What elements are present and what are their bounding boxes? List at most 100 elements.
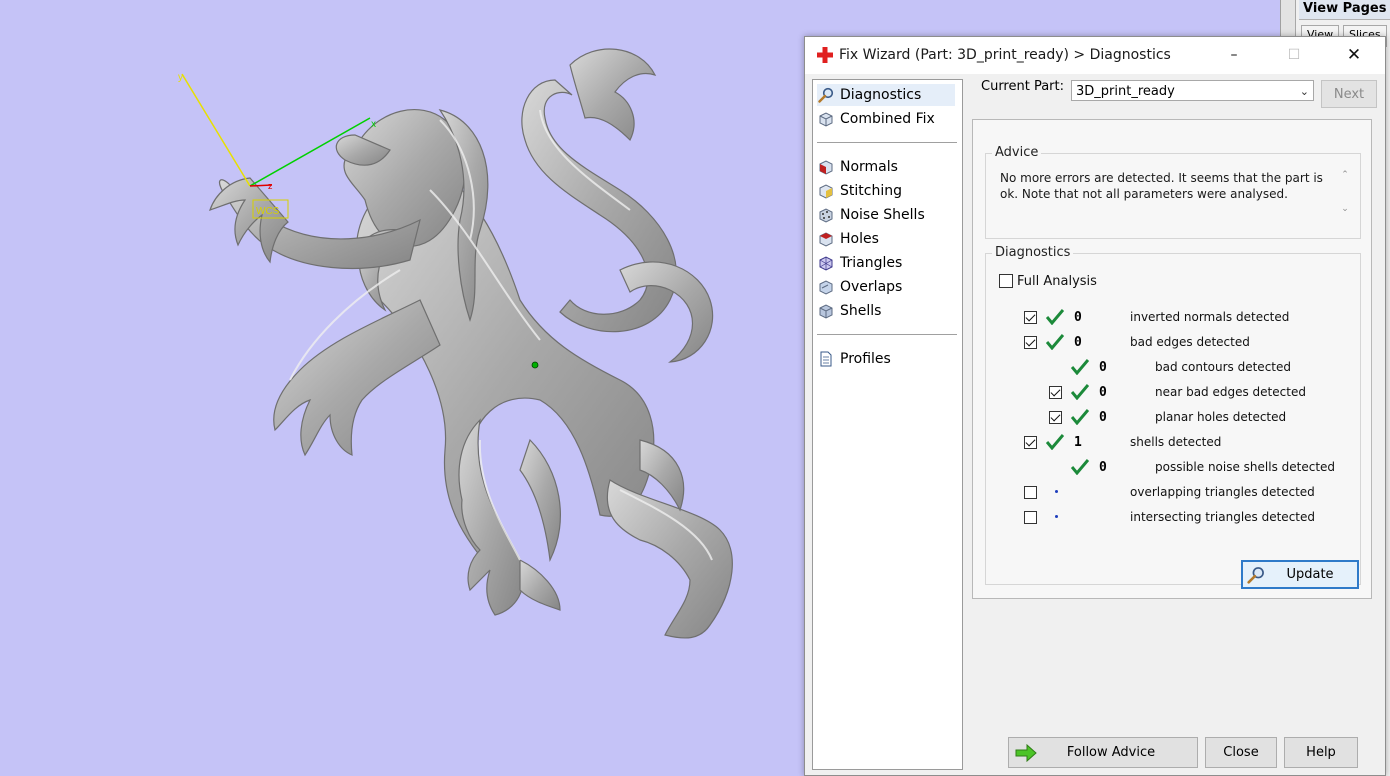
dialog-titlebar[interactable]: Fix Wizard (Part: 3D_print_ready) > Diag… [805,37,1385,74]
noise-shells-count: 0 [1099,460,1107,475]
nav-item-label: Shells [840,303,882,319]
nav-item-label: Stitching [840,183,902,199]
advice-text: No more errors are detected. It seems th… [1000,171,1323,201]
chevron-down-icon: ⌄ [1299,85,1309,98]
nav-item-normals[interactable]: Normals [817,156,955,178]
wcs-label: WCS [256,206,280,217]
diagnostics-panel: Advice No more errors are detected. It s… [972,119,1372,599]
x-axis-label: x [371,119,376,130]
nav-item-label: Diagnostics [840,87,922,103]
advice-scrollbar[interactable]: ⌃ ⌄ [1338,170,1352,226]
magnifier-icon [818,87,834,103]
document-icon [820,351,832,367]
nav-item-label: Noise Shells [840,207,925,223]
nav-item-label: Overlaps [840,279,903,295]
bad-contours-label: bad contours detected [1155,360,1291,374]
fix-wizard-dialog: Fix Wizard (Part: 3D_print_ready) > Diag… [804,36,1386,776]
close-window-button[interactable]: ✕ [1331,37,1377,74]
planar-holes-label: planar holes detected [1155,410,1287,424]
bad-edges-count: 0 [1074,335,1082,350]
inverted-normals-checkbox[interactable] [1024,311,1037,324]
nav-separator [817,142,957,143]
nav-item-triangles[interactable]: Triangles [817,252,955,274]
nav-item-profiles[interactable]: Profiles [817,348,955,370]
view-pages-title: View Pages [1299,0,1390,20]
red-cross-icon [817,47,833,63]
normals-icon [819,160,833,175]
advice-group: Advice No more errors are detected. It s… [985,145,1361,239]
nav-item-overlaps[interactable]: Overlaps [817,276,955,298]
overlapping-triangles-checkbox[interactable] [1024,486,1037,499]
y-axis-line [181,73,251,187]
nav-item-holes[interactable]: Holes [817,228,955,250]
near-bad-edges-count: 0 [1099,385,1107,400]
full-analysis-label: Full Analysis [1017,274,1097,289]
z-axis-label: z [268,181,273,191]
planar-holes-count: 0 [1099,410,1107,425]
current-part-label: Current Part: [981,79,1065,94]
nav-separator [817,334,957,335]
lion-model: y x z WCS [178,48,733,639]
full-analysis-checkbox[interactable] [999,274,1013,288]
nav-item-shells[interactable]: Shells [817,300,955,322]
close-button[interactable]: Close [1205,737,1277,768]
pending-dot-icon [1055,515,1058,518]
noise-shells-label: possible noise shells detected [1155,460,1336,474]
next-button[interactable]: Next [1321,80,1377,108]
check-icon [1046,309,1064,325]
noise-shells-icon [819,208,833,223]
check-icon [1071,409,1089,425]
nav-item-label: Normals [840,159,898,175]
shells-icon [819,304,833,319]
help-button[interactable]: Help [1284,737,1358,768]
nav-item-diagnostics[interactable]: Diagnostics [817,84,955,106]
minimize-button[interactable]: – [1211,37,1257,74]
update-button[interactable]: Update [1241,560,1359,589]
check-icon [1046,434,1064,450]
intersecting-triangles-checkbox[interactable] [1024,511,1037,524]
center-point [531,361,539,369]
shells-count: 1 [1074,435,1082,450]
nav-item-label: Triangles [840,255,903,271]
nav-item-stitching[interactable]: Stitching [817,180,955,202]
overlaps-icon [819,280,833,295]
follow-advice-label: Follow Advice [1066,745,1156,760]
bad-edges-label: bad edges detected [1130,335,1250,349]
planar-holes-checkbox[interactable] [1049,411,1062,424]
scroll-up-icon[interactable]: ⌃ [1338,170,1352,180]
stitching-icon [819,184,833,199]
dialog-title: Fix Wizard (Part: 3D_print_ready) > Diag… [839,47,1171,63]
check-icon [1071,359,1089,375]
shells-checkbox[interactable] [1024,436,1037,449]
current-part-value: 3D_print_ready [1076,84,1175,99]
near-bad-edges-checkbox[interactable] [1049,386,1062,399]
check-icon [1071,459,1089,475]
near-bad-edges-label: near bad edges detected [1155,385,1306,399]
update-label: Update [1286,567,1334,582]
follow-advice-button[interactable]: Follow Advice [1008,737,1198,768]
green-arrow-icon [1015,744,1037,762]
nav-item-combined-fix[interactable]: Combined Fix [817,108,955,130]
diagnostics-title: Diagnostics [992,245,1074,260]
nav-item-label: Combined Fix [840,111,935,127]
scroll-down-icon[interactable]: ⌄ [1338,204,1352,214]
inverted-normals-label: inverted normals detected [1130,310,1290,324]
overlapping-triangles-label: overlapping triangles detected [1130,485,1315,499]
check-icon [1046,334,1064,350]
triangles-icon [819,256,833,271]
maximize-button[interactable]: ☐ [1271,37,1317,74]
nav-item-label: Profiles [840,351,891,367]
holes-icon [819,232,833,247]
check-icon [1071,384,1089,400]
wizard-nav: Diagnostics Combined Fix Normals Stitchi… [812,79,963,770]
cube-icon [819,112,833,127]
nav-item-noise-shells[interactable]: Noise Shells [817,204,955,226]
intersecting-triangles-label: intersecting triangles detected [1130,510,1315,524]
bad-contours-count: 0 [1099,360,1107,375]
strip-scrollbar[interactable] [1281,0,1296,40]
advice-title: Advice [992,145,1042,160]
current-part-select[interactable]: 3D_print_ready ⌄ [1071,80,1314,101]
inverted-normals-count: 0 [1074,310,1082,325]
bad-edges-checkbox[interactable] [1024,336,1037,349]
nav-item-label: Holes [840,231,879,247]
